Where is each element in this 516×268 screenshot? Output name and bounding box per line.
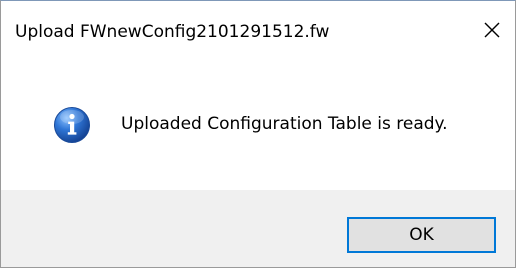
- dialog-content: Uploaded Configuration Table is ready.: [1, 59, 515, 190]
- title-bar[interactable]: Upload FWnewConfig2101291512.fw: [1, 1, 515, 59]
- close-icon: [484, 22, 500, 38]
- ok-button[interactable]: OK: [347, 217, 496, 253]
- ok-button-label: OK: [409, 225, 434, 245]
- dialog-title: Upload FWnewConfig2101291512.fw: [15, 22, 330, 42]
- message-dialog: Upload FWnewConfig2101291512.fw Uploaded…: [0, 0, 516, 268]
- information-icon: [54, 107, 90, 143]
- message-text: Uploaded Configuration Table is ready.: [121, 114, 448, 134]
- button-bar: OK: [1, 190, 515, 267]
- close-button[interactable]: [469, 1, 515, 59]
